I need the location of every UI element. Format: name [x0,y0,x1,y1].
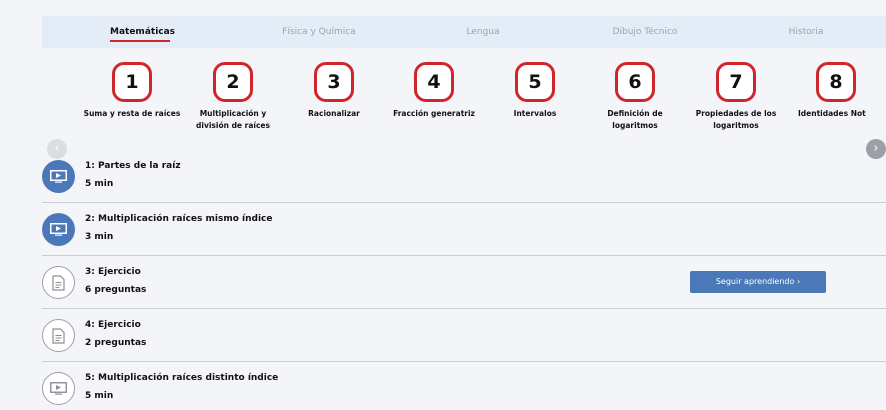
lesson-question-count: 2 preguntas [85,338,147,348]
topic-label: Identidades Not [798,109,866,118]
tab-historia[interactable]: Historia [776,16,836,48]
topic-number: 8 [816,62,856,102]
lesson-title: 2: Multiplicación raíces mismo índice [85,214,273,224]
topic-number: 3 [314,62,354,102]
topic-2[interactable]: 2 Multiplicación y división de raíces [183,62,283,132]
document-icon [42,319,75,352]
lesson-row[interactable]: 4: Ejercicio 2 preguntas [42,309,886,362]
topic-5[interactable]: 5 Intervalos [485,62,585,120]
topic-label: Fracción generatriz [393,109,475,118]
tab-lengua[interactable]: Lengua [453,16,513,48]
video-outline-icon [42,372,75,405]
lesson-row[interactable]: 2: Multiplicación raíces mismo índice 3 … [42,203,886,256]
topic-4[interactable]: 4 Fracción generatriz [384,62,484,120]
topic-number: 5 [515,62,555,102]
lesson-question-count: 6 preguntas [85,285,147,295]
lesson-title: 4: Ejercicio [85,320,141,330]
lesson-row[interactable]: 1: Partes de la raíz 5 min [42,150,886,203]
lesson-title: 3: Ejercicio [85,267,141,277]
topic-3[interactable]: 3 Racionalizar [284,62,384,120]
topic-number: 6 [615,62,655,102]
lesson-row[interactable]: 5: Multiplicación raíces distinto índice… [42,362,886,410]
lesson-duration: 3 min [85,232,114,242]
tab-matematicas[interactable]: Matemáticas [110,16,175,48]
tab-fisica-quimica[interactable]: Física y Química [274,16,364,48]
topic-label: Propiedades de los logaritmos [695,109,777,130]
topic-number: 2 [213,62,253,102]
topic-label: Definición de logaritmos [607,109,663,130]
lesson-duration: 5 min [85,391,114,401]
video-icon [42,160,75,193]
topic-number: 4 [414,62,454,102]
topic-6[interactable]: 6 Definición de logaritmos [585,62,685,132]
document-icon [42,266,75,299]
lesson-duration: 5 min [85,179,114,189]
tab-dibujo-tecnico[interactable]: Dibujo Técnico [600,16,690,48]
topic-label: Suma y resta de raíces [83,109,181,118]
topic-label: Intervalos [513,109,557,118]
topic-number: 1 [112,62,152,102]
topic-8[interactable]: 8 Identidades Not [786,62,886,120]
topic-7[interactable]: 7 Propiedades de los logaritmos [686,62,786,132]
continue-learning-button[interactable]: Seguir aprendiendo › [690,271,826,293]
lesson-title: 5: Multiplicación raíces distinto índice [85,373,279,383]
topic-label: Racionalizar [308,109,360,118]
topic-1[interactable]: 1 Suma y resta de raíces [82,62,182,120]
topic-label: Multiplicación y división de raíces [196,109,270,130]
subject-tabs: Matemáticas Física y Química Lengua Dibu… [42,16,886,48]
video-icon [42,213,75,246]
topic-number: 7 [716,62,756,102]
lesson-title: 1: Partes de la raíz [85,161,181,171]
